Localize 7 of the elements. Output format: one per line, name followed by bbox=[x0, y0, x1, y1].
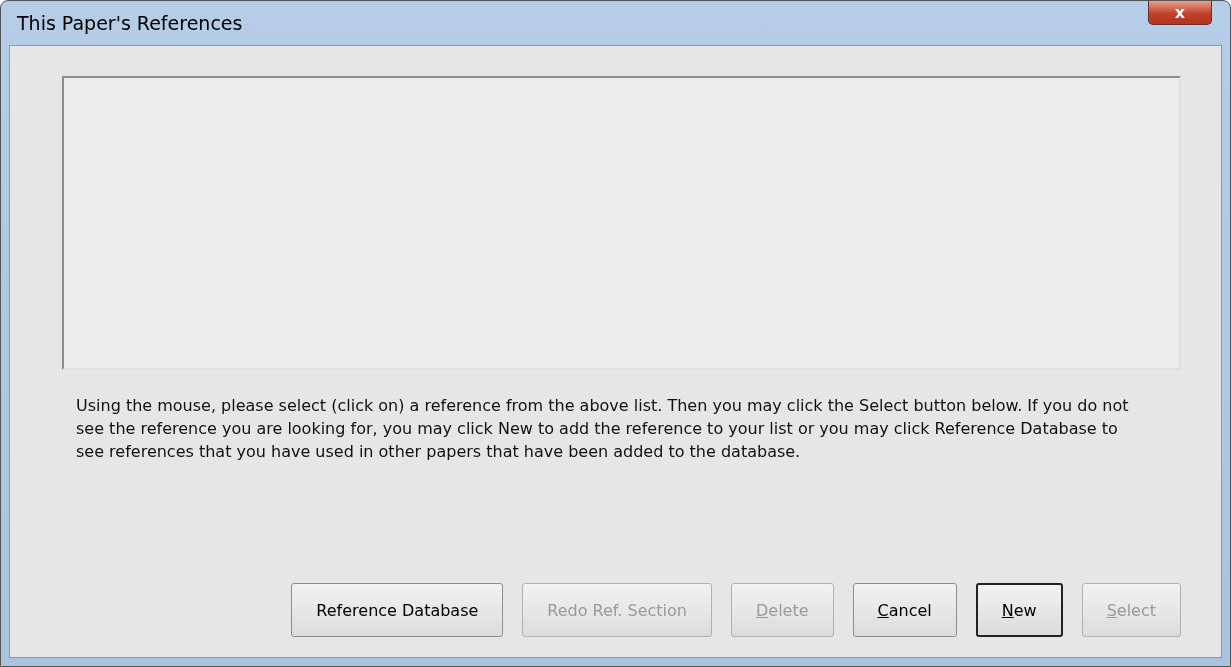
dialog-button[interactable]: New bbox=[975, 583, 1063, 637]
instructions-text: Using the mouse, please select (click on) a reference from the above list. Then you may click the Select button below. If you do not see the reference you are looking for, you may click New to add the reference to your list or you may click Reference Database to see references that you have used in other papers that have been added to the database. bbox=[76, 395, 1130, 463]
close-button[interactable]: x bbox=[1148, 1, 1212, 25]
dialog-button[interactable]: Cancel bbox=[852, 583, 957, 637]
reference-list[interactable] bbox=[62, 76, 1181, 370]
window-title: This Paper's References bbox=[17, 12, 243, 34]
dialog-button[interactable]: Reference Database bbox=[291, 583, 504, 637]
